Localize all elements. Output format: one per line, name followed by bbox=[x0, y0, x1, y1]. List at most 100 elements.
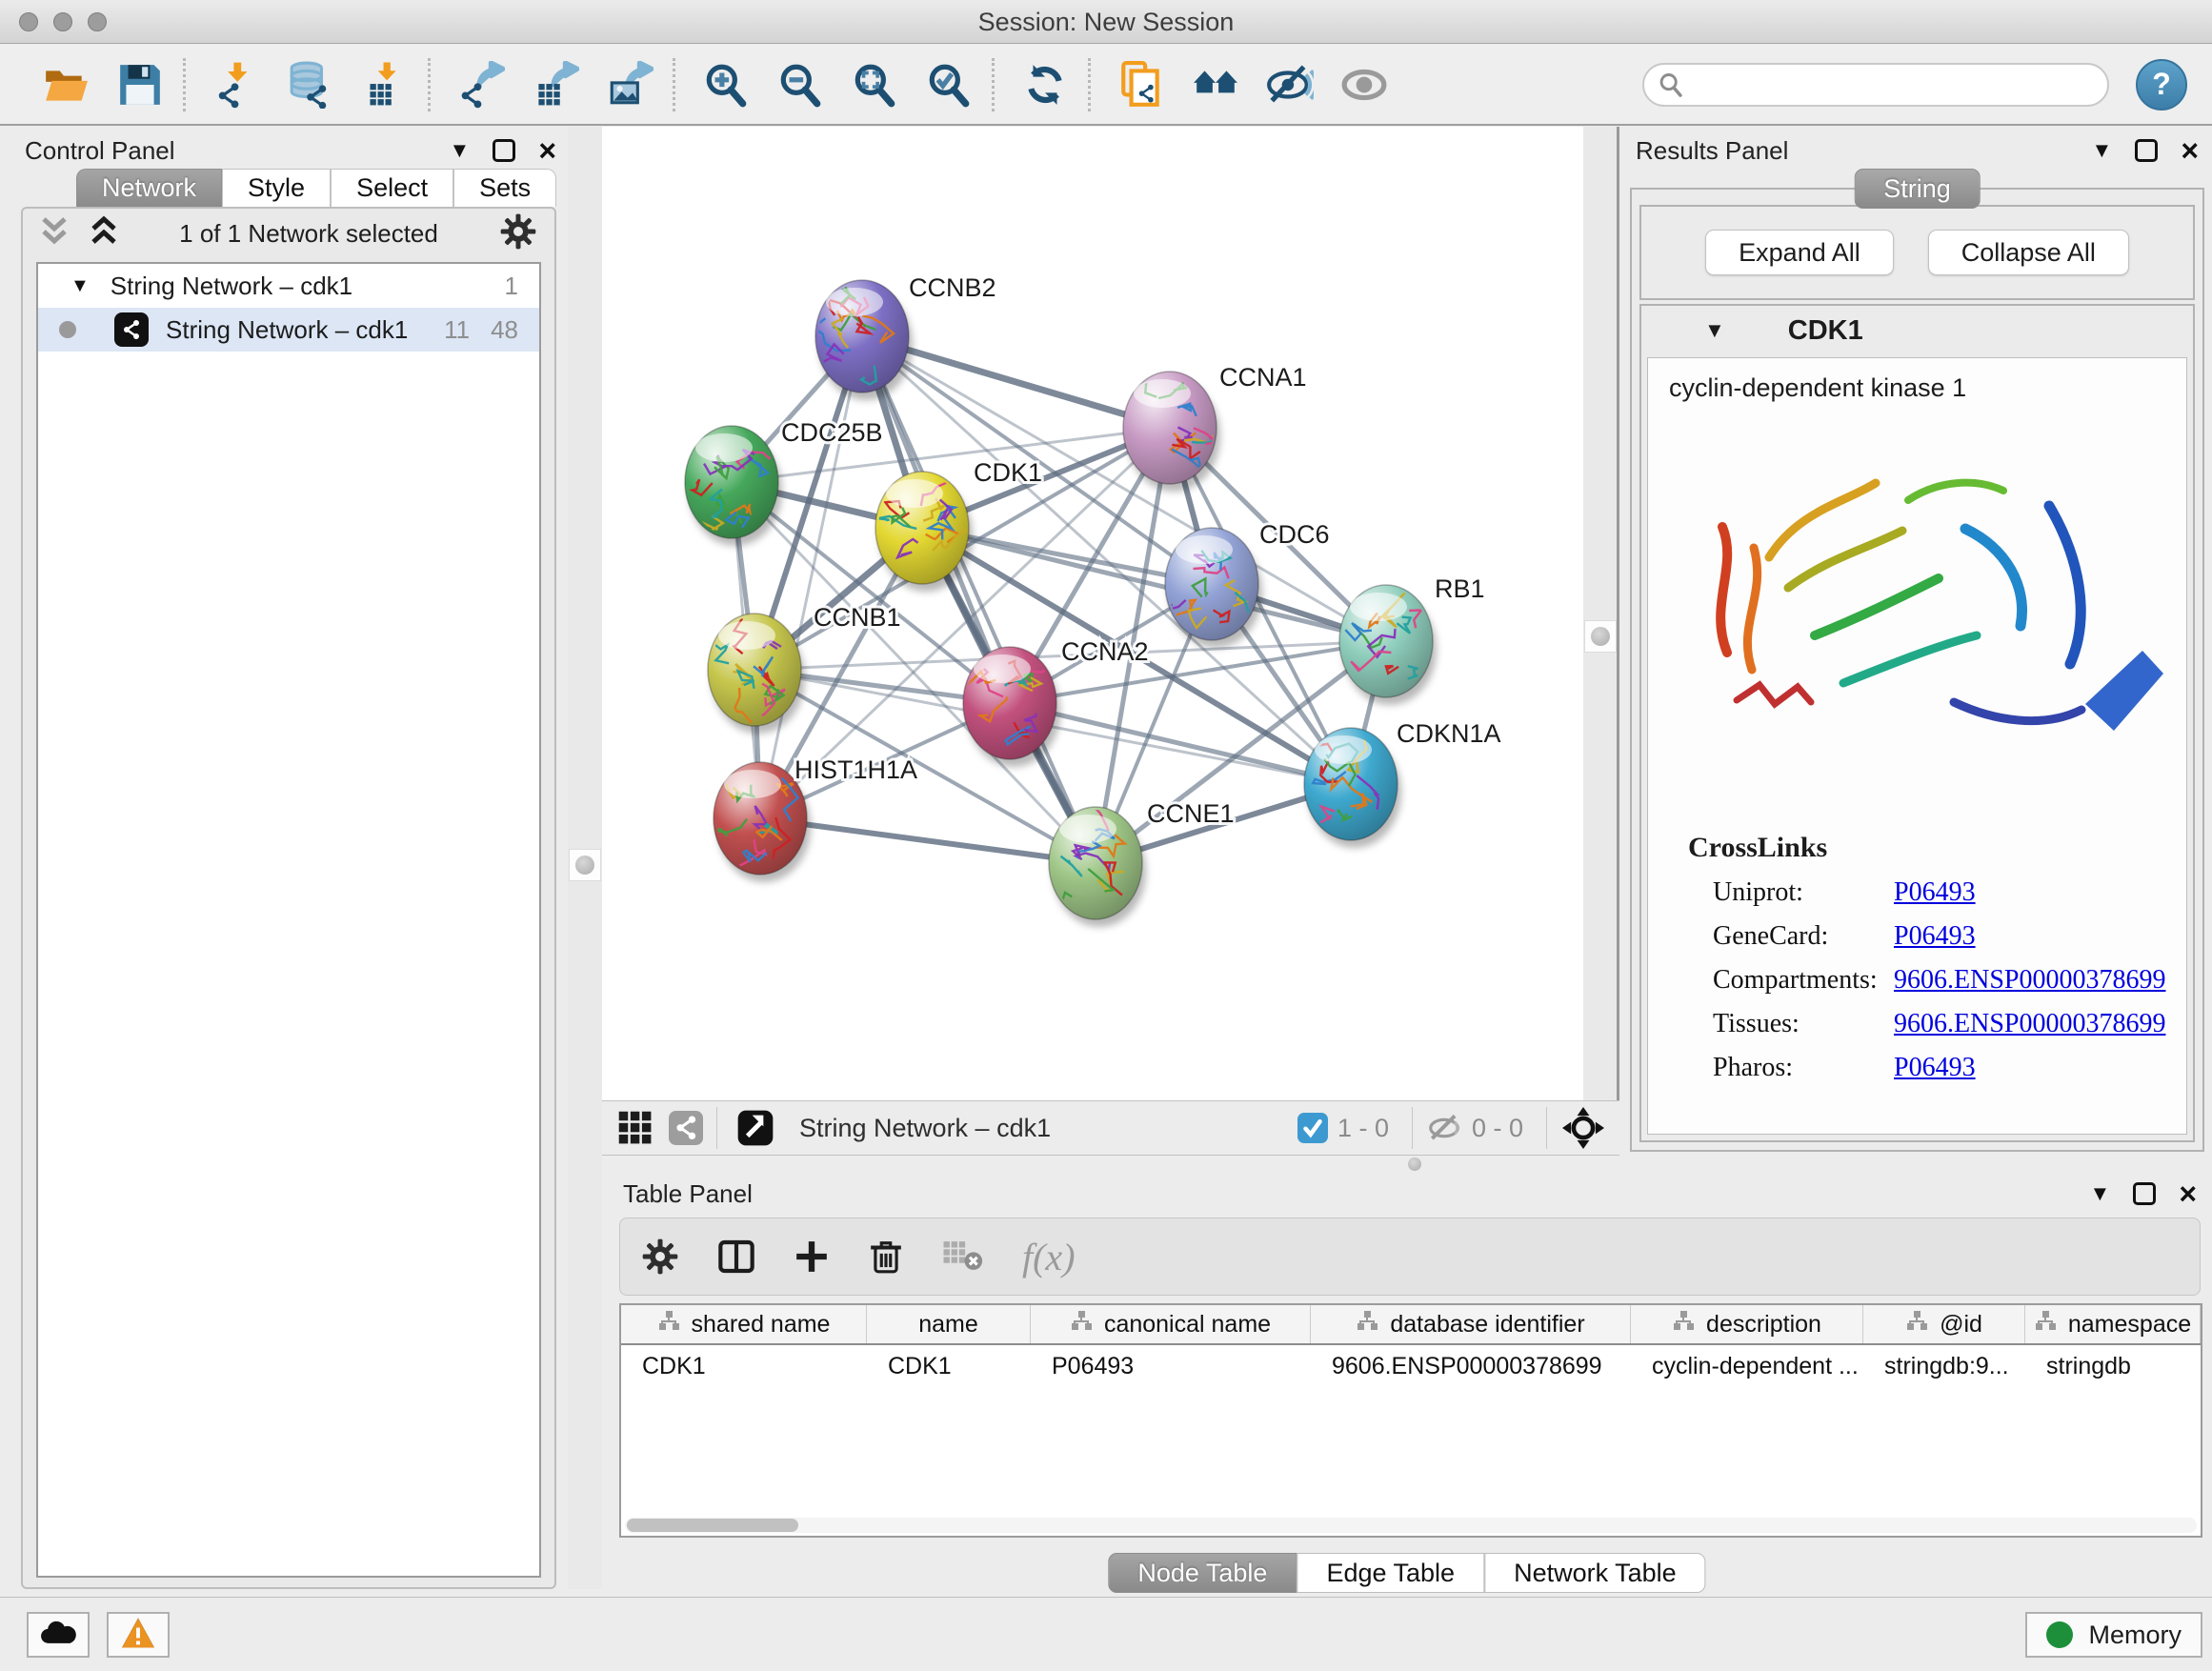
export-image-button[interactable] bbox=[593, 52, 667, 117]
tab-edge-table[interactable]: Edge Table bbox=[1297, 1553, 1484, 1593]
network-node-CCNB1[interactable] bbox=[708, 614, 805, 734]
zoom-in-button[interactable] bbox=[689, 52, 763, 117]
node-label-CCNA2: CCNA2 bbox=[1061, 637, 1149, 666]
tab-style[interactable]: Style bbox=[222, 169, 331, 207]
network-edge-CCNB2-CCNE1[interactable] bbox=[862, 336, 1096, 863]
maximize-panel-icon[interactable] bbox=[2135, 139, 2158, 162]
maximize-panel-icon[interactable] bbox=[2133, 1182, 2156, 1205]
fit-selected-crosshair-icon[interactable] bbox=[1562, 1107, 1604, 1149]
cloud-button[interactable] bbox=[27, 1612, 90, 1658]
scrollbar-thumb[interactable] bbox=[627, 1519, 798, 1532]
network-node-CDKN1A[interactable] bbox=[1304, 728, 1401, 848]
tab-network[interactable]: Network bbox=[76, 169, 222, 207]
selected-checkbox-icon[interactable] bbox=[1297, 1113, 1328, 1143]
grid-view-icon[interactable] bbox=[617, 1110, 654, 1146]
right-splitter[interactable] bbox=[1583, 127, 1619, 1156]
network-node-RB1[interactable] bbox=[1339, 585, 1437, 705]
close-panel-icon[interactable]: × bbox=[538, 139, 556, 162]
left-splitter-grip[interactable] bbox=[575, 856, 594, 875]
zoom-out-button[interactable] bbox=[763, 52, 837, 117]
collapse-all-button[interactable]: Collapse All bbox=[1928, 230, 2129, 275]
annotations-button[interactable] bbox=[1104, 52, 1178, 117]
horizontal-splitter[interactable] bbox=[602, 1156, 2212, 1172]
memory-button[interactable]: Memory bbox=[2025, 1612, 2202, 1658]
column-header-database-identifier[interactable]: database identifier bbox=[1311, 1305, 1631, 1343]
tab-sets[interactable]: Sets bbox=[453, 169, 556, 207]
table-settings-gear-icon[interactable] bbox=[641, 1238, 679, 1276]
export-table-button[interactable] bbox=[518, 52, 593, 117]
network-node-CDC6[interactable] bbox=[1157, 528, 1272, 648]
close-panel-icon[interactable]: × bbox=[2181, 139, 2199, 162]
close-panel-icon[interactable]: × bbox=[2179, 1182, 2197, 1205]
zoom-fit-button[interactable] bbox=[837, 52, 912, 117]
network-edge-CCNA2-CDKN1A[interactable] bbox=[1010, 703, 1351, 784]
table-toolbar: f(x) bbox=[619, 1218, 2201, 1296]
maximize-window-button[interactable] bbox=[88, 12, 107, 31]
search-input[interactable] bbox=[1642, 63, 2109, 107]
network-row[interactable]: String Network – cdk1 11 48 bbox=[38, 308, 539, 352]
export-network-button[interactable] bbox=[444, 52, 518, 117]
minimize-window-button[interactable] bbox=[53, 12, 72, 31]
network-collection-row[interactable]: ▼ String Network – cdk1 1 bbox=[38, 264, 539, 308]
import-table-button[interactable] bbox=[348, 52, 422, 117]
column-header-namespace[interactable]: namespace bbox=[2025, 1305, 2201, 1343]
gear-icon[interactable] bbox=[499, 212, 537, 255]
collapse-entry-icon[interactable]: ▼ bbox=[1704, 318, 1725, 343]
left-splitter[interactable] bbox=[568, 127, 602, 1589]
import-network-button[interactable] bbox=[199, 52, 273, 117]
tab-node-table[interactable]: Node Table bbox=[1108, 1553, 1297, 1593]
delete-column-icon[interactable] bbox=[868, 1238, 904, 1275]
warnings-button[interactable] bbox=[107, 1612, 170, 1658]
hide-selected-button[interactable] bbox=[1253, 52, 1327, 117]
close-window-button[interactable] bbox=[19, 12, 38, 31]
column-header-description[interactable]: description bbox=[1631, 1305, 1863, 1343]
table-row[interactable]: CDK1CDK1P064939606.ENSP00000378699cyclin… bbox=[621, 1345, 2201, 1387]
home-button[interactable] bbox=[1178, 52, 1253, 117]
birdseye-view-icon[interactable] bbox=[736, 1109, 774, 1147]
float-panel-icon[interactable]: ▼ bbox=[2092, 138, 2113, 163]
expand-all-button[interactable]: Expand All bbox=[1705, 230, 1894, 275]
show-all-button[interactable] bbox=[1327, 52, 1401, 117]
right-splitter-grip[interactable] bbox=[1591, 627, 1610, 646]
node-label-HIST1H1A: HIST1H1A bbox=[794, 755, 917, 784]
network-view-icon[interactable] bbox=[669, 1111, 703, 1145]
column-header-shared-name[interactable]: shared name bbox=[621, 1305, 867, 1343]
horizontal-splitter-grip[interactable] bbox=[1408, 1158, 1421, 1171]
column-header-name[interactable]: name bbox=[867, 1305, 1031, 1343]
crosslink-link[interactable]: P06493 bbox=[1894, 1053, 1976, 1083]
maximize-panel-icon[interactable] bbox=[493, 139, 515, 162]
column-header-@id[interactable]: @id bbox=[1863, 1305, 2025, 1343]
float-panel-icon[interactable]: ▼ bbox=[2090, 1181, 2111, 1206]
save-session-button[interactable] bbox=[103, 52, 177, 117]
network-edge-CCNB2-HIST1H1A[interactable] bbox=[760, 336, 862, 818]
import-database-button[interactable] bbox=[273, 52, 348, 117]
expand-tree-icon[interactable] bbox=[40, 215, 69, 252]
network-canvas[interactable]: CCNB2CCNA1CDC25BCDK1CDC6RB1CCNB1CCNA2CDK… bbox=[602, 127, 1583, 1100]
tab-network-table[interactable]: Network Table bbox=[1484, 1553, 1706, 1593]
float-panel-icon[interactable]: ▼ bbox=[450, 138, 471, 163]
network-node-CCNB2[interactable] bbox=[814, 276, 913, 400]
collection-expand-icon[interactable]: ▼ bbox=[70, 275, 90, 297]
crosslink-link[interactable]: 9606.ENSP00000378699 bbox=[1894, 965, 2165, 996]
network-node-CDK1[interactable] bbox=[875, 472, 973, 592]
network-node-CCNE1[interactable] bbox=[1046, 801, 1147, 927]
show-columns-icon[interactable] bbox=[717, 1238, 755, 1276]
column-header-canonical-name[interactable]: canonical name bbox=[1031, 1305, 1311, 1343]
add-column-icon[interactable] bbox=[794, 1238, 830, 1275]
tab-select[interactable]: Select bbox=[331, 169, 453, 207]
network-node-CCNA1[interactable] bbox=[1123, 367, 1227, 492]
table-horizontal-scrollbar[interactable] bbox=[625, 1518, 2197, 1533]
help-button[interactable]: ? bbox=[2136, 59, 2187, 111]
crosslink-link[interactable]: P06493 bbox=[1894, 877, 1976, 908]
network-node-CCNA2[interactable] bbox=[959, 647, 1060, 767]
open-session-button[interactable] bbox=[29, 52, 103, 117]
crosslink-link[interactable]: 9606.ENSP00000378699 bbox=[1894, 1009, 2165, 1039]
refresh-button[interactable] bbox=[1008, 52, 1082, 117]
tab-string[interactable]: String bbox=[1854, 169, 1981, 209]
hidden-counts: 0 - 0 bbox=[1472, 1114, 1523, 1143]
crosslink-link[interactable]: P06493 bbox=[1894, 921, 1976, 952]
collection-label: String Network – cdk1 bbox=[111, 272, 505, 301]
zoom-selected-button[interactable] bbox=[912, 52, 986, 117]
window-controls[interactable] bbox=[19, 12, 107, 31]
collapse-tree-icon[interactable] bbox=[90, 215, 118, 252]
